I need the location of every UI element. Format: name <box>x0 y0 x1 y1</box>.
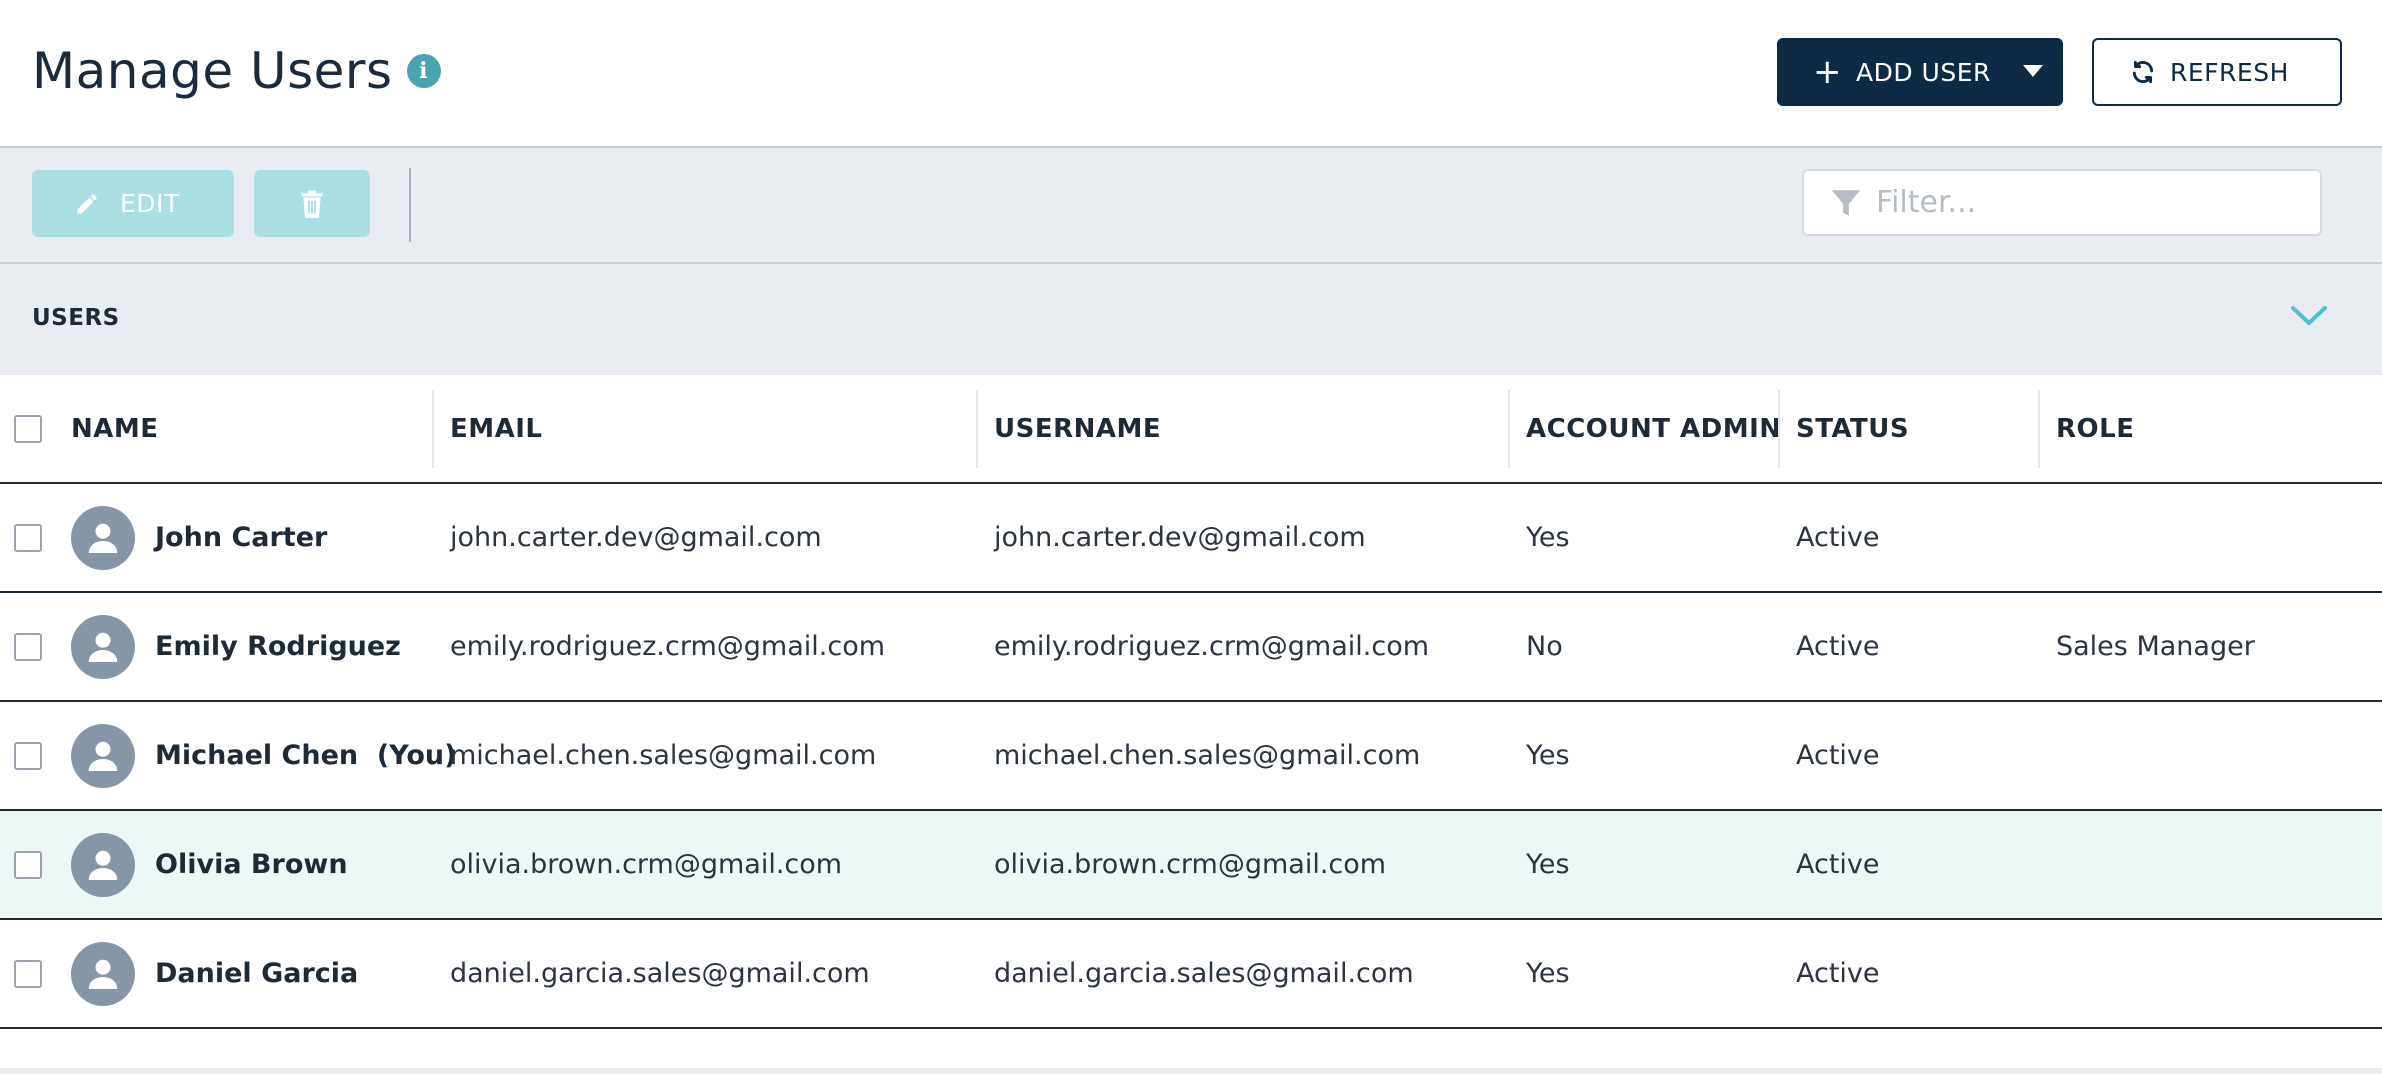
row-checkbox[interactable] <box>14 742 42 770</box>
select-all-checkbox[interactable] <box>14 415 42 443</box>
user-name[interactable]: Olivia Brown <box>155 811 348 918</box>
user-role: Sales Manager <box>2056 631 2255 662</box>
user-icon <box>85 955 121 993</box>
column-header-role[interactable]: ROLE <box>2056 375 2134 482</box>
info-icon[interactable]: i <box>406 54 441 88</box>
avatar <box>71 506 135 570</box>
section-title: USERS <box>32 305 120 331</box>
column-header-status[interactable]: STATUS <box>1796 375 1909 482</box>
add-user-button[interactable]: + ADD USER <box>1777 38 2063 106</box>
column-separator <box>432 390 434 468</box>
column-header-name[interactable]: NAME <box>71 375 159 482</box>
user-username: michael.chen.sales@gmail.com <box>994 740 1421 771</box>
page-title-wrap: Manage Users i <box>32 42 441 100</box>
column-header-account-admin[interactable]: ACCOUNT ADMIN <box>1526 375 1782 482</box>
table-header: NAME EMAIL USERNAME ACCOUNT ADMIN STATUS… <box>0 375 2382 484</box>
filter-icon <box>1828 186 1864 220</box>
add-user-label: ADD USER <box>1856 57 1991 87</box>
user-account-admin: Yes <box>1526 958 1570 989</box>
trash-icon <box>299 190 325 218</box>
column-separator <box>2038 390 2040 468</box>
filter-field[interactable] <box>1802 169 2322 236</box>
user-status: Active <box>1796 740 1880 771</box>
user-account-admin: Yes <box>1526 522 1570 553</box>
chevron-down-icon[interactable] <box>2290 304 2328 328</box>
user-email: daniel.garcia.sales@gmail.com <box>450 958 870 989</box>
column-separator <box>1508 390 1510 468</box>
avatar <box>71 833 135 897</box>
user-status: Active <box>1796 849 1880 880</box>
table-row[interactable]: Olivia Brown olivia.brown.crm@gmail.com … <box>0 811 2382 920</box>
row-checkbox[interactable] <box>14 524 42 552</box>
row-checkbox[interactable] <box>14 851 42 879</box>
user-icon <box>85 628 121 666</box>
user-name[interactable]: Daniel Garcia <box>155 920 358 1027</box>
user-account-admin: No <box>1526 631 1563 662</box>
page-title: Manage Users <box>32 42 393 100</box>
column-separator <box>976 390 978 468</box>
row-checkbox[interactable] <box>14 633 42 661</box>
caret-down-icon[interactable] <box>2023 65 2043 77</box>
row-checkbox[interactable] <box>14 960 42 988</box>
user-name[interactable]: John Carter <box>155 484 327 591</box>
table-row[interactable]: Daniel Garcia daniel.garcia.sales@gmail.… <box>0 920 2382 1029</box>
avatar <box>71 724 135 788</box>
delete-button[interactable] <box>254 170 370 237</box>
user-username: olivia.brown.crm@gmail.com <box>994 849 1387 880</box>
table-row[interactable]: Michael Chen (You) michael.chen.sales@gm… <box>0 702 2382 811</box>
user-email: michael.chen.sales@gmail.com <box>450 740 877 771</box>
avatar <box>71 615 135 679</box>
user-name[interactable]: Emily Rodriguez <box>155 593 401 700</box>
table-row[interactable]: Emily Rodriguez emily.rodriguez.crm@gmai… <box>0 593 2382 702</box>
user-username: daniel.garcia.sales@gmail.com <box>994 958 1414 989</box>
plus-icon: + <box>1813 52 1842 92</box>
user-email: john.carter.dev@gmail.com <box>450 522 822 553</box>
column-header-email[interactable]: EMAIL <box>450 375 543 482</box>
page-header: Manage Users i + ADD USER REFRESH <box>0 0 2382 148</box>
user-email: emily.rodriguez.crm@gmail.com <box>450 631 886 662</box>
user-account-admin: Yes <box>1526 849 1570 880</box>
refresh-icon <box>2130 59 2156 85</box>
pencil-icon <box>74 191 100 217</box>
toolbar-divider <box>409 168 411 242</box>
user-email: olivia.brown.crm@gmail.com <box>450 849 843 880</box>
user-icon <box>85 846 121 884</box>
user-status: Active <box>1796 958 1880 989</box>
user-icon <box>85 737 121 775</box>
user-account-admin: Yes <box>1526 740 1570 771</box>
edit-button[interactable]: EDIT <box>32 170 234 237</box>
avatar <box>71 942 135 1006</box>
user-username: emily.rodriguez.crm@gmail.com <box>994 631 1430 662</box>
footer-strip <box>0 1068 2382 1074</box>
users-section-header[interactable]: USERS <box>0 264 2382 375</box>
user-username: john.carter.dev@gmail.com <box>994 522 1366 553</box>
refresh-label: REFRESH <box>2170 57 2289 87</box>
user-status: Active <box>1796 522 1880 553</box>
edit-label: EDIT <box>120 189 180 218</box>
user-name[interactable]: Michael Chen (You) <box>155 702 456 809</box>
column-header-username[interactable]: USERNAME <box>994 375 1161 482</box>
user-status: Active <box>1796 631 1880 662</box>
filter-input[interactable] <box>1874 184 2294 221</box>
toolbar: EDIT <box>0 148 2382 264</box>
refresh-button[interactable]: REFRESH <box>2092 38 2342 106</box>
user-icon <box>85 519 121 557</box>
column-separator <box>1778 390 1780 468</box>
users-table: NAME EMAIL USERNAME ACCOUNT ADMIN STATUS… <box>0 375 2382 1029</box>
table-row[interactable]: John Carter john.carter.dev@gmail.com jo… <box>0 484 2382 593</box>
